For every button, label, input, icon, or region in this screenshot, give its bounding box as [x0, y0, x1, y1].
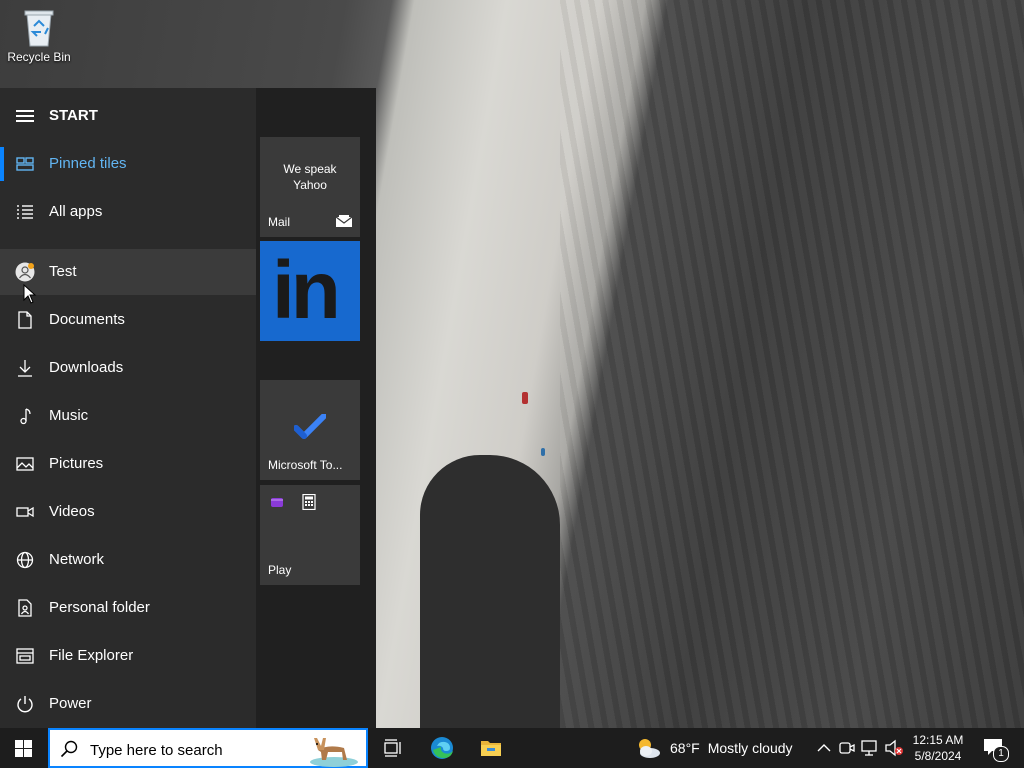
wallpaper-climber [522, 392, 528, 404]
menu-item-pictures[interactable]: Pictures [0, 441, 256, 487]
menu-item-all-apps[interactable]: All apps [0, 189, 256, 235]
download-icon [18, 360, 32, 377]
user-avatar-icon [15, 262, 35, 282]
wallpaper-texture [560, 0, 1024, 728]
clock-date: 5/8/2024 [914, 749, 962, 763]
tile-play[interactable]: Play [260, 485, 360, 585]
power-icon [17, 696, 33, 713]
video-icon [16, 506, 34, 518]
menu-item-downloads[interactable]: Downloads [0, 345, 256, 391]
tile-name: Mail [268, 215, 291, 229]
menu-item-power[interactable]: Power [0, 681, 256, 727]
envelope-icon [336, 215, 352, 227]
edge-button[interactable] [418, 728, 466, 768]
wallpaper-rock [420, 455, 560, 728]
menu-item-music[interactable]: Music [0, 393, 256, 439]
mail-tile-line2: Yahoo [293, 178, 327, 192]
weather-widget[interactable]: 68°F Mostly cloudy [634, 728, 793, 768]
weather-partly-cloudy-icon [639, 739, 660, 758]
menu-item-label: Personal folder [49, 599, 150, 616]
menu-item-label: Documents [49, 311, 125, 328]
menu-item-label: File Explorer [49, 647, 134, 664]
desktop-icon-recycle-bin[interactable]: Recycle Bin [6, 6, 72, 64]
taskbar: 68°F Mostly cloudy 12:15 AM 5/8/2024 1 [0, 728, 1024, 768]
menu-item-label: Network [49, 551, 105, 568]
wallpaper-climber [541, 448, 545, 456]
search-icon [60, 740, 78, 758]
search-highlight-donkey-icon [310, 738, 358, 767]
menu-item-file-explorer[interactable]: File Explorer [0, 633, 256, 679]
volume-muted-icon[interactable] [884, 738, 904, 758]
task-view-button[interactable] [368, 728, 416, 768]
file-explorer-icon [16, 648, 34, 664]
task-view-icon [384, 739, 401, 757]
clock[interactable]: 12:15 AM 5/8/2024 [908, 732, 968, 764]
menu-item-videos[interactable]: Videos [0, 489, 256, 535]
start-menu-nav: START Pinned tiles All apps Test Documen… [0, 88, 256, 728]
meet-now-icon[interactable] [837, 738, 857, 758]
start-title: START [49, 107, 98, 124]
calculator-icon [302, 494, 316, 510]
menu-item-label: Power [49, 695, 92, 712]
menu-item-network[interactable]: Network [0, 537, 256, 583]
menu-item-personal-folder[interactable]: Personal folder [0, 585, 256, 631]
tile-linkedin[interactable]: in [260, 241, 360, 341]
tile-name: Play [268, 563, 292, 577]
file-explorer-taskbar-button[interactable] [467, 728, 515, 768]
mouse-cursor-icon [23, 284, 37, 304]
mail-tile-text: We speak Yahoo [260, 161, 360, 193]
mail-tile-line1: We speak [283, 162, 337, 176]
search-input[interactable] [88, 738, 302, 762]
notification-center-button[interactable]: 1 [978, 728, 1018, 768]
music-note-icon [20, 408, 31, 425]
hamburger-icon[interactable] [16, 110, 34, 122]
menu-item-label: Pictures [49, 455, 104, 472]
weather-temperature: 68°F [670, 740, 700, 756]
picture-icon [16, 457, 34, 471]
menu-item-label: Downloads [49, 359, 124, 376]
start-header: START [0, 88, 256, 144]
menu-item-label: Videos [49, 503, 95, 520]
edge-browser-icon [431, 737, 453, 759]
linkedin-logo-icon: in [272, 245, 341, 336]
menu-item-label: Music [49, 407, 89, 424]
weather-description: Mostly cloudy [707, 740, 793, 756]
todo-checkmark-icon [294, 414, 326, 439]
menu-item-documents[interactable]: Documents [0, 297, 256, 343]
tile-name: Microsoft To... [268, 458, 343, 472]
tile-mail[interactable]: We speak Yahoo Mail [260, 137, 360, 237]
menu-item-label: Test [49, 263, 77, 280]
menu-item-label: Pinned tiles [49, 155, 127, 172]
recycle-bin-label: Recycle Bin [7, 50, 71, 64]
chevron-up-icon[interactable] [814, 738, 834, 758]
network-icon[interactable] [860, 738, 880, 758]
personal-folder-icon [18, 599, 32, 617]
windows-logo-icon [15, 740, 32, 757]
recycle-bin-icon [21, 6, 57, 48]
menu-item-user-test[interactable]: Test [0, 249, 256, 295]
document-icon [18, 311, 32, 329]
pinned-tiles-icon [16, 157, 34, 171]
tile-microsoft-todo[interactable]: Microsoft To... [260, 380, 360, 480]
menu-item-label: All apps [49, 203, 103, 220]
clipchamp-icon [271, 498, 283, 507]
start-button[interactable] [0, 728, 48, 768]
search-box[interactable] [48, 728, 368, 768]
start-menu: START Pinned tiles All apps Test Documen… [0, 88, 376, 728]
globe-icon [16, 551, 34, 569]
menu-item-pinned-tiles[interactable]: Pinned tiles [0, 141, 256, 187]
all-apps-icon [17, 205, 33, 219]
clock-time: 12:15 AM [912, 733, 964, 747]
folder-icon [481, 741, 501, 756]
notification-badge: 1 [993, 746, 1009, 762]
